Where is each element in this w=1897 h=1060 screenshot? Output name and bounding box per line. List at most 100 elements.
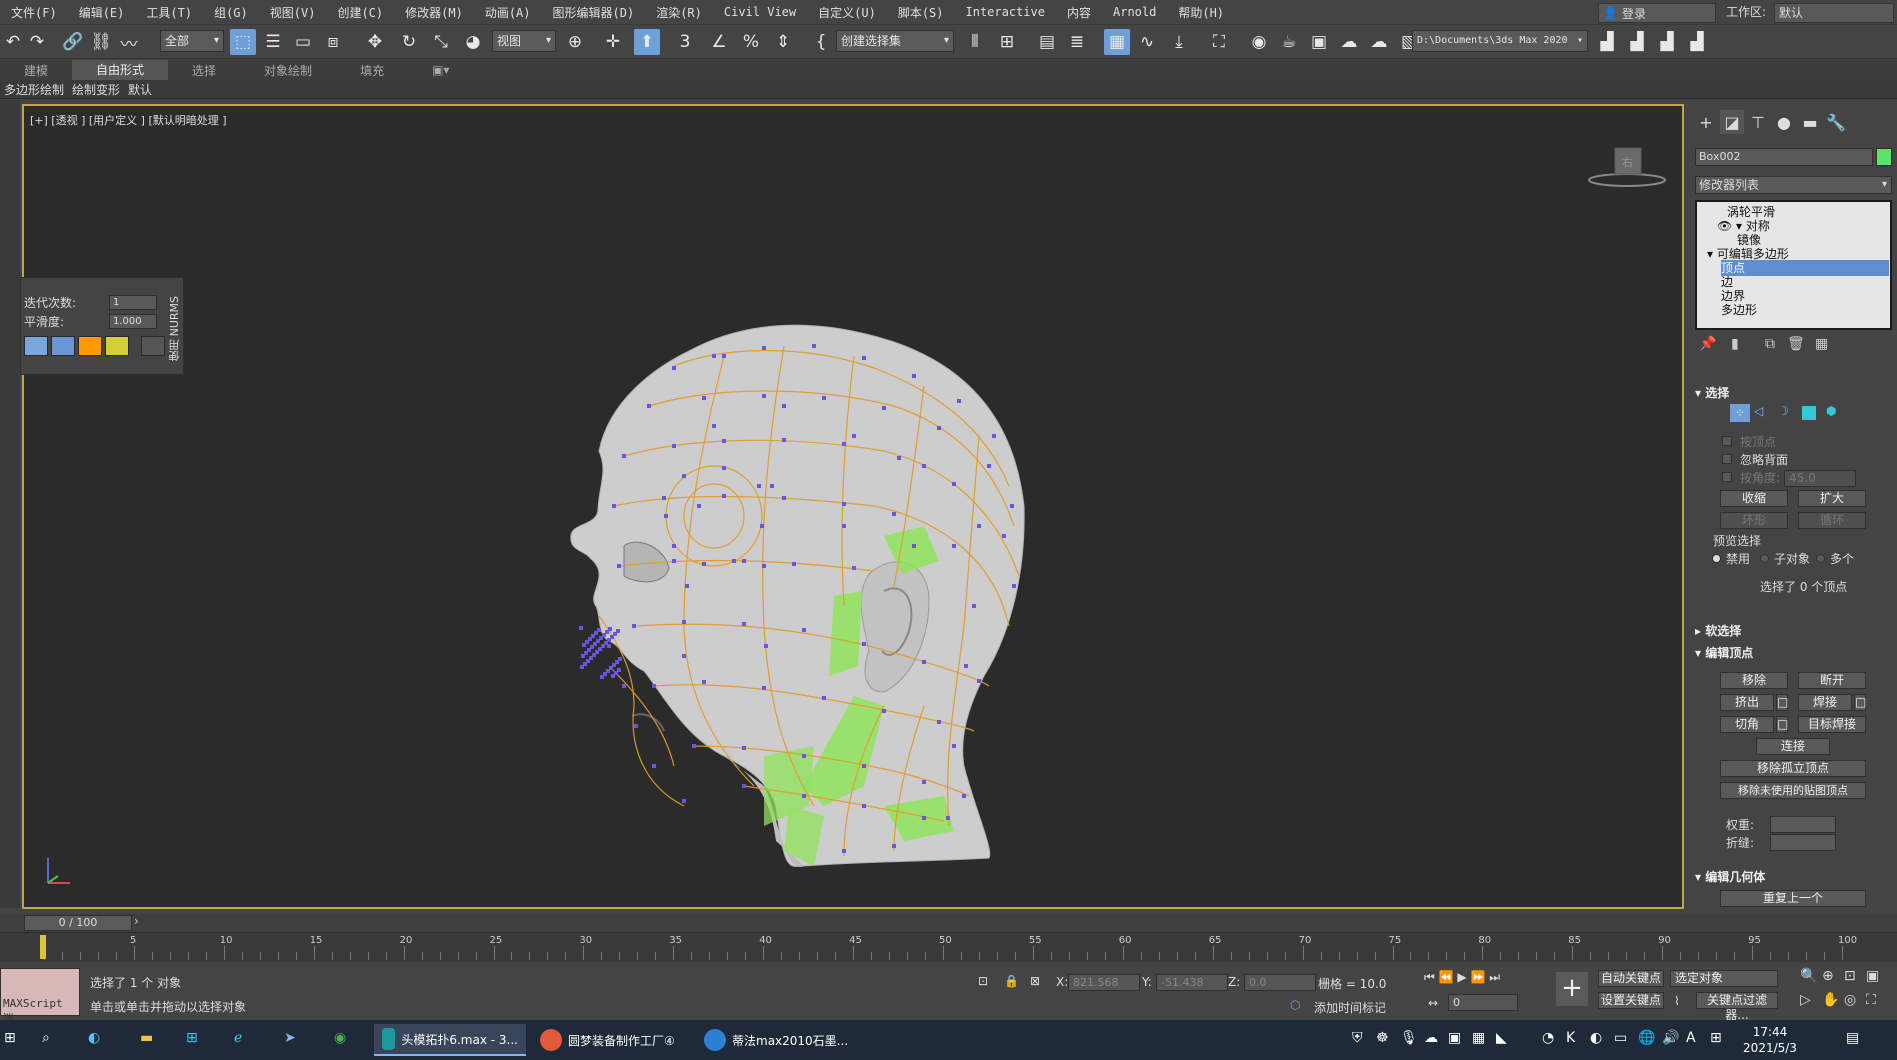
menu-item[interactable]: 创建(C): [326, 4, 394, 21]
vertex[interactable]: [957, 399, 961, 403]
by-angle-checkbox[interactable]: [1722, 472, 1732, 482]
viewcube[interactable]: 右: [1588, 147, 1666, 187]
vertex[interactable]: [792, 562, 796, 566]
vertex[interactable]: [862, 764, 866, 768]
vertex[interactable]: [892, 844, 896, 848]
tray-edge-icon[interactable]: ◐: [1590, 1030, 1602, 1046]
vertex[interactable]: [685, 584, 689, 588]
vertex[interactable]: [682, 799, 686, 803]
vertex[interactable]: [722, 354, 726, 358]
vertex[interactable]: [611, 674, 615, 678]
selection-rollout-header[interactable]: ▾ 选择: [1695, 384, 1885, 402]
search-icon[interactable]: ⌕: [42, 1030, 50, 1046]
vertex[interactable]: [782, 404, 786, 408]
sub-ribbon-tab[interactable]: 绘制变形: [68, 81, 124, 98]
vertex[interactable]: [946, 816, 950, 820]
menu-item[interactable]: Civil View: [713, 5, 807, 19]
play-icon[interactable]: ▶: [1457, 970, 1466, 984]
vertex[interactable]: [702, 396, 706, 400]
select-by-name-icon[interactable]: ☰: [260, 29, 286, 55]
vertex[interactable]: [922, 816, 926, 820]
vertex[interactable]: [882, 406, 886, 410]
clock[interactable]: 17:44 2021/5/3: [1730, 1024, 1810, 1056]
vertex[interactable]: [762, 564, 766, 568]
track-bar[interactable]: 0510152025303540455055606570758085909510…: [0, 932, 1897, 962]
break-button[interactable]: 断开: [1798, 672, 1866, 689]
percent-snap-icon[interactable]: %: [738, 29, 764, 55]
vertex[interactable]: [647, 404, 651, 408]
sub-ribbon-tab[interactable]: 多边形绘制: [0, 81, 68, 98]
vertex[interactable]: [762, 686, 766, 690]
vertex[interactable]: [760, 524, 764, 528]
vertex[interactable]: [682, 620, 686, 624]
object-color-swatch[interactable]: [1876, 148, 1892, 166]
ribbon-tab[interactable]: 选择: [168, 62, 240, 79]
ie-icon[interactable]: ℯ: [234, 1030, 242, 1046]
menu-item[interactable]: 内容: [1056, 4, 1102, 21]
vertex[interactable]: [842, 524, 846, 528]
vertex[interactable]: [937, 720, 941, 724]
vertex[interactable]: [842, 442, 846, 446]
vertex[interactable]: [937, 426, 941, 430]
vertex[interactable]: [1002, 534, 1006, 538]
vertex[interactable]: [842, 849, 846, 853]
y-coordinate-field[interactable]: -51.438: [1156, 974, 1228, 991]
soft-selection-rollout-header[interactable]: ▸ 软选择: [1695, 622, 1885, 640]
vertex[interactable]: [1010, 504, 1014, 508]
vertex[interactable]: [632, 624, 636, 628]
spinner-snap-icon[interactable]: ⇕: [770, 29, 796, 55]
tray-ime-letter[interactable]: A: [1686, 1030, 1696, 1046]
bind-spacewarp-icon[interactable]: 〰: [116, 29, 142, 55]
modifier-list-dropdown[interactable]: 修改器列表: [1695, 176, 1892, 194]
vertex[interactable]: [634, 724, 638, 728]
preview-off-radio[interactable]: [1712, 554, 1721, 563]
vertex[interactable]: [622, 684, 626, 688]
by-vertex-checkbox[interactable]: [1722, 436, 1732, 446]
notification-icon[interactable]: ▤: [1846, 1030, 1859, 1046]
material-editor-icon[interactable]: ◉: [1246, 29, 1272, 55]
remove-unused-map-button[interactable]: 移除未使用的贴图顶点: [1720, 782, 1866, 799]
vertex[interactable]: [862, 642, 866, 646]
ring-button[interactable]: 环形: [1720, 512, 1788, 529]
lock-selection-icon[interactable]: 🔒: [1004, 974, 1019, 988]
vertex[interactable]: [802, 794, 806, 798]
ribbon-tab[interactable]: 填充: [336, 62, 408, 79]
vertex[interactable]: [672, 444, 676, 448]
menu-item[interactable]: 帮助(H): [1167, 4, 1235, 21]
vertex[interactable]: [812, 344, 816, 348]
edit-geometry-rollout-header[interactable]: ▾ 编辑几何体: [1695, 868, 1885, 886]
selection-filter-dropdown[interactable]: 全部: [160, 30, 224, 52]
modifier-stack[interactable]: 涡轮平滑 👁 ▾ 对称 镜像 ▾ 可编辑多边形 顶点边边界 多边形: [1695, 200, 1892, 330]
vertex[interactable]: [672, 559, 676, 563]
pivot-center-icon[interactable]: ⊕: [562, 29, 588, 55]
mirror-icon[interactable]: ⫴: [962, 29, 988, 55]
motion-tab-icon[interactable]: ●: [1772, 110, 1796, 134]
pin-stack-icon[interactable]: 📌: [1699, 336, 1716, 352]
time-tag-icon[interactable]: ⬡: [1290, 998, 1300, 1012]
vertex[interactable]: [617, 564, 621, 568]
polygon-mode-icon[interactable]: [1802, 406, 1816, 420]
vertex[interactable]: [952, 482, 956, 486]
weld-settings-icon[interactable]: □: [1854, 694, 1866, 711]
key-mode-icon[interactable]: ↔: [1428, 996, 1438, 1010]
modifier-stack-item[interactable]: 多边形: [1721, 302, 1889, 318]
edit-named-selection-icon[interactable]: {: [808, 29, 834, 55]
preview-subobject-radio[interactable]: [1760, 554, 1769, 563]
vertex[interactable]: [581, 654, 585, 658]
vertex[interactable]: [852, 566, 856, 570]
login-dropdown[interactable]: 👤 登录: [1598, 3, 1716, 23]
vertex[interactable]: [682, 474, 686, 478]
vertex[interactable]: [580, 665, 584, 669]
menu-item[interactable]: 编辑(E): [68, 4, 136, 21]
absolute-mode-icon[interactable]: ⊠: [1030, 974, 1040, 988]
menu-item[interactable]: 视图(V): [259, 4, 327, 21]
menu-item[interactable]: 文件(F): [0, 4, 68, 21]
create-tab-icon[interactable]: +: [1694, 110, 1718, 134]
next-frame-arrow-icon[interactable]: ›: [134, 914, 139, 928]
vertex[interactable]: [987, 464, 991, 468]
vertex[interactable]: [742, 559, 746, 563]
tray-keyboard-icon[interactable]: ⊞: [1710, 1030, 1722, 1046]
vertex[interactable]: [922, 464, 926, 468]
preview-multi-radio[interactable]: [1816, 554, 1825, 563]
vertex[interactable]: [722, 439, 726, 443]
